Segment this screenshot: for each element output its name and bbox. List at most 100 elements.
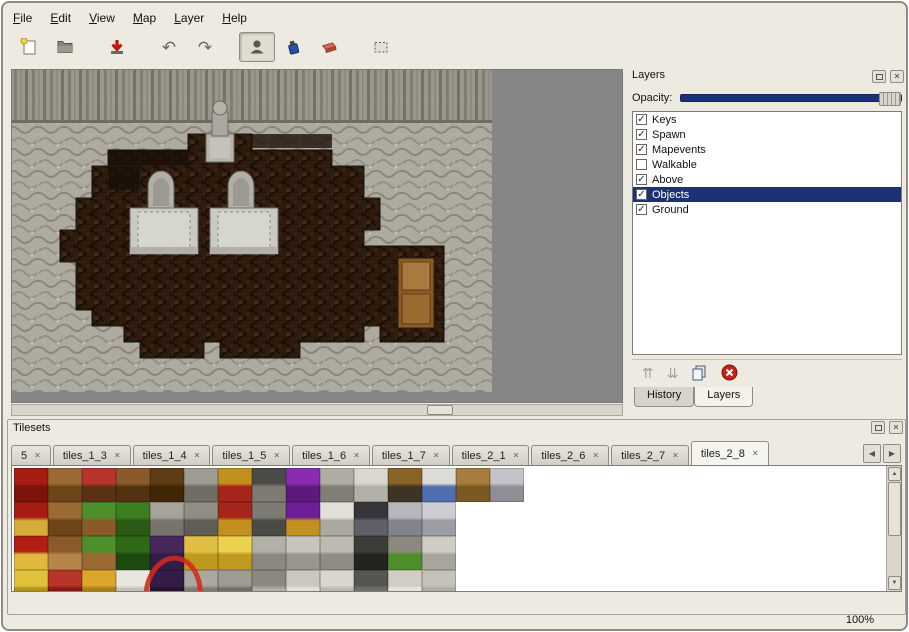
tile-1-13[interactable] xyxy=(456,502,490,536)
layer-row-walkable[interactable]: Walkable xyxy=(633,157,901,172)
undo-button[interactable]: ↶ xyxy=(151,32,187,62)
tile-0-7[interactable] xyxy=(252,468,286,502)
tileset-tab-tiles_2_1[interactable]: tiles_2_1✕ xyxy=(452,445,530,465)
tile-0-13[interactable] xyxy=(456,468,490,502)
duplicate-layer-button[interactable] xyxy=(691,364,708,381)
tileset-tab-5[interactable]: 5✕ xyxy=(11,445,51,465)
tile-1-7[interactable] xyxy=(252,502,286,536)
menu-map[interactable]: Map xyxy=(133,11,156,25)
layer-row-objects[interactable]: ✓Objects xyxy=(633,187,901,202)
save-button[interactable] xyxy=(99,32,135,62)
tile-2-14[interactable] xyxy=(490,536,524,570)
tab-scroll-right-button[interactable]: ▶ xyxy=(883,444,901,463)
tileset-tab-tiles_2_7[interactable]: tiles_2_7✕ xyxy=(611,445,689,465)
panel-float-button[interactable] xyxy=(871,421,885,434)
layer-row-keys[interactable]: ✓Keys xyxy=(633,112,901,127)
tile-3-11[interactable] xyxy=(388,570,422,592)
tile-2-13[interactable] xyxy=(456,536,490,570)
tile-3-6[interactable] xyxy=(218,570,252,592)
tile-2-11[interactable] xyxy=(388,536,422,570)
tile-3-12[interactable] xyxy=(422,570,456,592)
tileset-tab-tiles_1_6[interactable]: tiles_1_6✕ xyxy=(292,445,370,465)
layer-visibility-checkbox[interactable] xyxy=(636,159,647,170)
menu-edit[interactable]: Edit xyxy=(50,11,71,25)
move-layer-up-button[interactable]: ⇈ xyxy=(642,366,654,380)
tile-0-0[interactable] xyxy=(14,468,48,502)
tileset-tab-tiles_1_3[interactable]: tiles_1_3✕ xyxy=(53,445,131,465)
tile-0-11[interactable] xyxy=(388,468,422,502)
map-image[interactable] xyxy=(12,70,492,392)
layer-visibility-checkbox[interactable]: ✓ xyxy=(636,204,647,215)
tile-2-7[interactable] xyxy=(252,536,286,570)
menu-file[interactable]: File xyxy=(13,11,32,25)
tileset-tab-tiles_1_4[interactable]: tiles_1_4✕ xyxy=(133,445,211,465)
layer-row-mapevents[interactable]: ✓Mapevents xyxy=(633,142,901,157)
tile-0-4[interactable] xyxy=(150,468,184,502)
tile-1-9[interactable] xyxy=(320,502,354,536)
scroll-up-button[interactable]: ▲ xyxy=(888,467,901,481)
tile-1-12[interactable] xyxy=(422,502,456,536)
layer-row-spawn[interactable]: ✓Spawn xyxy=(633,127,901,142)
tile-1-14[interactable] xyxy=(490,502,524,536)
tab-close-icon[interactable]: ✕ xyxy=(672,452,679,460)
tile-2-0[interactable] xyxy=(14,536,48,570)
panel-tab-layers[interactable]: Layers xyxy=(694,387,753,407)
tile-3-0[interactable] xyxy=(14,570,48,592)
tile-3-1[interactable] xyxy=(48,570,82,592)
tile-3-14[interactable] xyxy=(490,570,524,592)
tile-3-13[interactable] xyxy=(456,570,490,592)
tile-1-8[interactable] xyxy=(286,502,320,536)
menu-layer[interactable]: Layer xyxy=(174,11,204,25)
tab-close-icon[interactable]: ✕ xyxy=(114,452,121,460)
panel-close-button[interactable]: ✕ xyxy=(889,421,903,434)
redo-button[interactable]: ↷ xyxy=(187,32,223,62)
tile-0-12[interactable] xyxy=(422,468,456,502)
menu-view[interactable]: View xyxy=(89,11,115,25)
tile-1-0[interactable] xyxy=(14,502,48,536)
tile-0-3[interactable] xyxy=(116,468,150,502)
tile-0-2[interactable] xyxy=(82,468,116,502)
tile-3-7[interactable] xyxy=(252,570,286,592)
delete-layer-button[interactable] xyxy=(721,364,738,381)
tile-2-9[interactable] xyxy=(320,536,354,570)
tab-close-icon[interactable]: ✕ xyxy=(353,452,360,460)
tile-3-2[interactable] xyxy=(82,570,116,592)
tile-1-3[interactable] xyxy=(116,502,150,536)
tab-close-icon[interactable]: ✕ xyxy=(752,450,759,458)
panel-tab-history[interactable]: History xyxy=(634,387,694,407)
tile-3-5[interactable] xyxy=(184,570,218,592)
layers-list[interactable]: ✓Keys✓Spawn✓MapeventsWalkable✓Above✓Obje… xyxy=(632,111,902,355)
tab-close-icon[interactable]: ✕ xyxy=(194,452,201,460)
tab-close-icon[interactable]: ✕ xyxy=(273,452,280,460)
panel-float-button[interactable] xyxy=(872,70,886,83)
tile-1-2[interactable] xyxy=(82,502,116,536)
tile-0-1[interactable] xyxy=(48,468,82,502)
tile-0-10[interactable] xyxy=(354,468,388,502)
tile-2-4[interactable] xyxy=(150,536,184,570)
tileset-tab-tiles_1_5[interactable]: tiles_1_5✕ xyxy=(212,445,290,465)
tileset-scrollbar-thumb[interactable] xyxy=(888,482,901,536)
fill-tool-button[interactable] xyxy=(275,32,311,62)
tileset-grid[interactable] xyxy=(14,468,526,592)
tileset-tab-tiles_2_8[interactable]: tiles_2_8✕ xyxy=(691,441,769,465)
layer-visibility-checkbox[interactable]: ✓ xyxy=(636,174,647,185)
tile-2-6[interactable] xyxy=(218,536,252,570)
tile-3-4[interactable] xyxy=(150,570,184,592)
tile-2-3[interactable] xyxy=(116,536,150,570)
layer-row-ground[interactable]: ✓Ground xyxy=(633,202,901,217)
tab-scroll-left-button[interactable]: ◀ xyxy=(863,444,881,463)
tab-close-icon[interactable]: ✕ xyxy=(34,452,41,460)
scroll-down-button[interactable]: ▼ xyxy=(888,576,901,590)
eraser-tool-button[interactable] xyxy=(311,32,347,62)
tile-1-6[interactable] xyxy=(218,502,252,536)
tile-3-10[interactable] xyxy=(354,570,388,592)
open-file-button[interactable] xyxy=(47,32,83,62)
tile-1-10[interactable] xyxy=(354,502,388,536)
map-horizontal-scrollbar-thumb[interactable] xyxy=(427,405,453,415)
map-horizontal-scrollbar[interactable] xyxy=(11,404,623,416)
tile-0-6[interactable] xyxy=(218,468,252,502)
tile-2-10[interactable] xyxy=(354,536,388,570)
tile-3-3[interactable] xyxy=(116,570,150,592)
tab-close-icon[interactable]: ✕ xyxy=(513,452,520,460)
tileset-view[interactable]: ▲ ▼ xyxy=(11,465,902,592)
